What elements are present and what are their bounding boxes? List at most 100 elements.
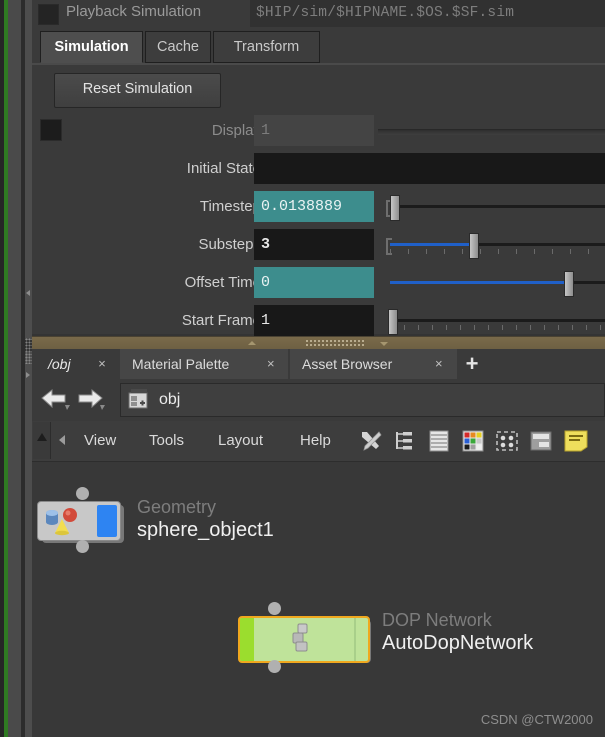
param-input-start-frame[interactable]: 1 xyxy=(254,305,374,336)
back-arrow-icon[interactable] xyxy=(40,387,70,413)
breadcrumb-path-label: obj xyxy=(159,391,181,408)
slider-thumb[interactable] xyxy=(390,195,400,221)
parameter-pane: Playback Simulation $HIP/sim/$HIPNAME.$O… xyxy=(32,0,605,336)
breadcrumb[interactable]: obj xyxy=(120,383,605,417)
param-input-initial-state[interactable] xyxy=(254,153,605,184)
network-tab-obj-close-icon[interactable]: × xyxy=(98,349,106,379)
node-sphere-object1[interactable]: Geometry sphere_object1 xyxy=(32,487,322,567)
network-tab-asset-browser[interactable]: Asset Browser × xyxy=(290,349,457,379)
node-name-label: sphere_object1 xyxy=(137,519,274,541)
param-label-offset-time: Offset Time xyxy=(184,274,261,291)
notes-icon[interactable] xyxy=(563,429,593,453)
toolbar-scroll-left-icon[interactable] xyxy=(59,435,65,445)
node-flag-divider xyxy=(354,618,356,661)
tab-transform[interactable]: Transform xyxy=(213,31,320,63)
menu-tools[interactable]: Tools xyxy=(149,421,184,461)
param-row-substeps: Substeps 3 xyxy=(32,226,605,263)
node-type-label: Geometry xyxy=(137,497,217,517)
param-input-display[interactable]: 1 xyxy=(254,115,374,146)
add-tab-button[interactable]: + xyxy=(461,351,483,377)
tools-icon[interactable] xyxy=(359,429,383,453)
slider-thumb[interactable] xyxy=(564,271,574,297)
start-frame-slider[interactable] xyxy=(382,302,605,339)
tree-list-icon[interactable] xyxy=(393,429,417,453)
timestep-slider[interactable] xyxy=(382,188,605,225)
param-label-substeps: Substeps xyxy=(198,236,261,253)
tab-cache[interactable]: Cache xyxy=(145,31,211,63)
left-dock-strip[interactable] xyxy=(8,0,21,737)
playback-simulation-label: Playback Simulation xyxy=(66,3,202,20)
node-input-connector[interactable] xyxy=(268,602,281,615)
network-tab-material-palette-label: Material Palette xyxy=(132,356,230,372)
param-label-initial-state: Initial State xyxy=(186,160,261,177)
playback-simulation-checkbox[interactable] xyxy=(38,4,59,25)
slider-ticks xyxy=(390,325,605,330)
node-body[interactable] xyxy=(238,616,370,663)
param-input-timestep[interactable]: 0.0138889 xyxy=(254,191,374,222)
node-name-label: AutoDopNetwork xyxy=(382,632,534,654)
parameter-tab-strip: Simulation Cache Transform xyxy=(32,29,605,65)
color-palette-icon[interactable] xyxy=(461,429,485,453)
node-type-label: DOP Network xyxy=(382,610,492,630)
playback-simulation-row: Playback Simulation $HIP/sim/$HIPNAME.$O… xyxy=(32,0,605,27)
param-row-timestep: Timestep 0.0138889 xyxy=(32,188,605,225)
node-bypass-flag[interactable] xyxy=(240,618,254,661)
substeps-slider[interactable] xyxy=(382,226,605,263)
slider-ticks xyxy=(390,249,605,254)
menu-help[interactable]: Help xyxy=(300,421,331,461)
list-layers-icon[interactable] xyxy=(427,429,451,453)
forward-arrow-icon[interactable] xyxy=(76,387,105,413)
tab-simulation[interactable]: Simulation xyxy=(40,31,143,63)
node-display-flag[interactable] xyxy=(97,505,117,537)
display-slider[interactable] xyxy=(378,129,605,135)
pane-resize-grip[interactable] xyxy=(25,338,32,364)
network-tab-material-palette-close-icon[interactable]: × xyxy=(267,349,275,379)
node-output-connector[interactable] xyxy=(268,660,281,673)
splitter-grip-icon[interactable] xyxy=(305,339,365,347)
network-tab-obj[interactable]: /obj × xyxy=(36,349,118,379)
network-tab-material-palette[interactable]: Material Palette × xyxy=(120,349,288,379)
slider-fill xyxy=(390,243,473,246)
watermark-label: CSDN @CTW2000 xyxy=(480,712,593,727)
param-input-substeps[interactable]: 3 xyxy=(254,229,374,260)
network-canvas[interactable]: Geometry sphere_object1 DOP Network Auto… xyxy=(32,462,605,737)
slider-thumb[interactable] xyxy=(469,233,479,259)
node-body[interactable] xyxy=(37,501,121,541)
network-node-icon xyxy=(126,387,152,413)
node-autodopnetwork[interactable]: DOP Network AutoDopNetwork xyxy=(207,602,602,687)
network-tab-asset-browser-close-icon[interactable]: × xyxy=(435,349,443,379)
network-toolbar: View Tools Layout Help xyxy=(32,421,605,462)
slider-thumb[interactable] xyxy=(388,309,398,335)
node-output-connector[interactable] xyxy=(76,540,89,553)
splitter-collapse-up-icon[interactable] xyxy=(248,341,256,345)
display-checkbox[interactable] xyxy=(40,119,62,141)
param-label-start-frame: Start Frame xyxy=(181,312,261,329)
houdini-window: Playback Simulation $HIP/sim/$HIPNAME.$O… xyxy=(0,0,605,737)
network-nav-bar: obj xyxy=(32,379,605,421)
param-row-display: Display 1 xyxy=(32,112,605,149)
menu-layout[interactable]: Layout xyxy=(218,421,263,461)
network-tab-obj-label: /obj xyxy=(48,356,71,372)
menu-view[interactable]: View xyxy=(84,421,116,461)
dock-panel-icon[interactable] xyxy=(529,429,553,453)
network-tab-asset-browser-label: Asset Browser xyxy=(302,356,393,372)
param-row-initial-state: Initial State xyxy=(32,150,605,187)
toolbar-dock-handle[interactable] xyxy=(33,422,51,459)
network-editor-pane: /obj × Material Palette × Asset Browser … xyxy=(32,349,605,737)
tab-underline xyxy=(32,63,605,65)
sim-cache-path-input[interactable]: $HIP/sim/$HIPNAME.$OS.$SF.sim xyxy=(250,0,605,27)
pane-collapse-up-icon[interactable] xyxy=(26,290,30,296)
node-layout-icon[interactable] xyxy=(495,429,519,453)
reset-simulation-button[interactable]: Reset Simulation xyxy=(54,73,221,108)
slider-fill xyxy=(390,281,568,284)
offset-time-slider[interactable] xyxy=(382,264,605,301)
pane-collapse-down-icon[interactable] xyxy=(26,372,30,378)
param-input-offset-time[interactable]: 0 xyxy=(254,267,374,298)
param-label-timestep: Timestep xyxy=(199,198,261,215)
param-row-start-frame: Start Frame 1 xyxy=(32,302,605,339)
pane-left-gutter-top xyxy=(25,0,32,340)
param-row-offset-time: Offset Time 0 xyxy=(32,264,605,301)
slider-track xyxy=(390,319,605,322)
node-input-connector[interactable] xyxy=(76,487,89,500)
splitter-collapse-down-icon[interactable] xyxy=(380,342,388,346)
